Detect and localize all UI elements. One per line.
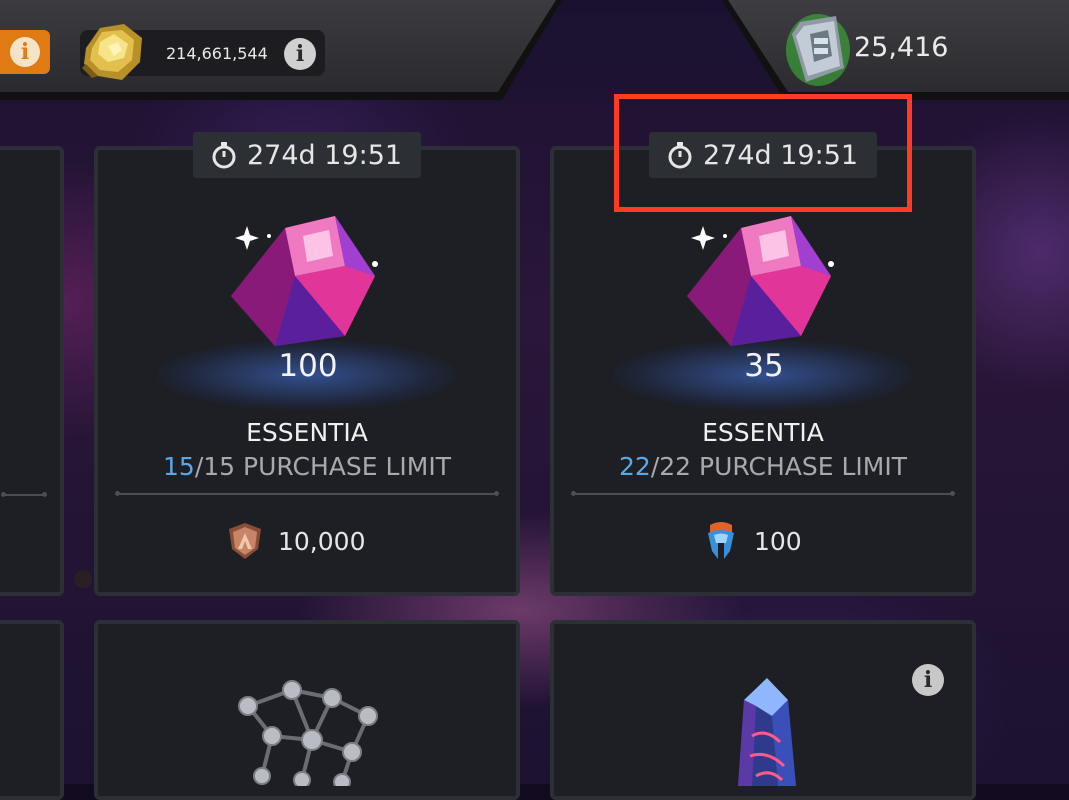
timer-badge: 274d 19:51 bbox=[193, 132, 421, 178]
store-card-partial-left[interactable] bbox=[0, 146, 64, 596]
price-amount: 100 bbox=[754, 526, 802, 556]
highlight-box bbox=[614, 94, 912, 212]
item-quantity: 100 bbox=[278, 348, 338, 384]
stopwatch-icon bbox=[212, 142, 236, 169]
blue-token-icon bbox=[708, 522, 734, 559]
gold-amount: 214,661,544 bbox=[166, 44, 268, 63]
info-icon: i bbox=[10, 37, 40, 67]
card-divider bbox=[1, 492, 47, 497]
price-row[interactable]: 100 bbox=[702, 521, 802, 561]
molecule-catalyst-icon bbox=[238, 680, 378, 786]
essentia-gem-icon bbox=[687, 216, 834, 346]
info-button-orange[interactable]: i bbox=[0, 30, 50, 74]
gold-icon bbox=[82, 24, 142, 80]
timer-text: 274d 19:51 bbox=[247, 139, 403, 171]
store-card-partial-left-lower[interactable] bbox=[0, 620, 64, 800]
purchase-limit-text: /15 PURCHASE LIMIT bbox=[194, 452, 451, 481]
item-quantity: 35 bbox=[744, 348, 784, 384]
units-amount: 25,416 bbox=[854, 32, 949, 63]
item-title: ESSENTIA bbox=[702, 418, 824, 447]
purchase-limit: 22/22 PURCHASE LIMIT bbox=[550, 452, 976, 481]
item-title: ESSENTIA bbox=[246, 418, 368, 447]
card-divider bbox=[571, 491, 955, 496]
purchase-limit-current: 15 bbox=[163, 452, 195, 481]
card-divider bbox=[115, 491, 499, 496]
price-row[interactable]: 10,000 bbox=[226, 521, 365, 561]
price-amount: 10,000 bbox=[278, 526, 366, 556]
purchase-limit-text: /22 PURCHASE LIMIT bbox=[650, 452, 907, 481]
units-icon bbox=[786, 14, 850, 86]
purchase-limit: 15/15 PURCHASE LIMIT bbox=[94, 452, 520, 481]
top-currency-bar: i 214,661,544 i 25,416 bbox=[0, 0, 1069, 100]
essentia-gem-icon bbox=[231, 216, 378, 346]
card-info-button[interactable]: i bbox=[912, 664, 944, 696]
gold-info-button[interactable]: i bbox=[284, 38, 316, 70]
asteroid-decoration bbox=[74, 570, 92, 588]
bronze-shield-icon bbox=[229, 523, 261, 559]
purchase-limit-current: 22 bbox=[619, 452, 651, 481]
crystal-shard-icon bbox=[738, 678, 796, 786]
